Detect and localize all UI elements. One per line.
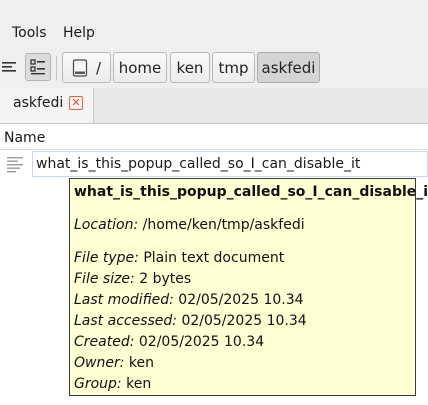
file-row[interactable]: what_is_this_popup_called_so_I_can_disab…: [0, 151, 428, 177]
tooltip-last-modified: Last modified: 02/05/2025 10.34: [74, 292, 304, 308]
detail-view-icon: [30, 59, 45, 75]
close-icon[interactable]: ✕: [69, 96, 83, 110]
menu-tools-label: Tools: [12, 25, 47, 41]
file-info-tooltip: what_is_this_popup_called_so_I_can_disab…: [69, 178, 428, 396]
tab-askfedi[interactable]: askfedi ✕: [0, 88, 94, 123]
toolbar-separator: [56, 56, 57, 80]
menu-help[interactable]: Help: [63, 25, 95, 41]
tooltip-owner: Owner: ken: [74, 355, 154, 371]
menu-bar: Tools Help: [0, 0, 428, 48]
tooltip-file-type-value: Plain text document: [138, 250, 285, 266]
tooltip-title: what_is_this_popup_called_so_I_can_disab…: [74, 184, 428, 200]
file-list-header: Name: [0, 127, 428, 150]
tooltip-last-accessed: Last accessed: 02/05/2025 10.34: [74, 313, 307, 329]
breadcrumb-home-label: home: [118, 58, 162, 77]
column-header-name[interactable]: Name: [4, 130, 45, 146]
menu-help-label: Help: [63, 25, 95, 41]
tooltip-last-modified-key: Last modified:: [74, 292, 174, 308]
tooltip-group: Group: ken: [74, 376, 151, 392]
breadcrumb-askfedi-label: askfedi: [261, 58, 316, 77]
tooltip-created-key: Created:: [74, 334, 135, 350]
tooltip-location-value: /home/ken/tmp/askfedi: [138, 217, 305, 233]
list-view-button[interactable]: [0, 53, 22, 81]
tab-bar: askfedi ✕: [0, 88, 428, 124]
menu-tools[interactable]: Tools: [12, 25, 47, 41]
breadcrumb-ken[interactable]: ken: [170, 52, 210, 83]
breadcrumb-tmp[interactable]: tmp: [212, 52, 255, 83]
tooltip-last-accessed-value: 02/05/2025 10.34: [177, 313, 307, 329]
breadcrumb-home[interactable]: home: [113, 52, 167, 83]
tooltip-location: Location: /home/ken/tmp/askfedi: [74, 217, 305, 233]
breadcrumb-root-label: /: [95, 58, 102, 77]
detail-view-button[interactable]: [25, 53, 51, 81]
tooltip-file-size-key: File size:: [74, 271, 135, 287]
tooltip-file-type-key: File type:: [74, 250, 139, 266]
tooltip-file-size: File size: 2 bytes: [74, 271, 191, 287]
tooltip-location-key: Location:: [74, 217, 139, 233]
breadcrumb-root[interactable]: /: [62, 52, 111, 83]
location-toolbar: / home ken tmp askfedi: [0, 48, 428, 89]
tooltip-file-type: File type: Plain text document: [74, 250, 284, 266]
tooltip-group-key: Group:: [74, 376, 122, 392]
tooltip-created-value: 02/05/2025 10.34: [134, 334, 265, 350]
list-view-icon: [2, 62, 16, 72]
tooltip-group-value: ken: [121, 376, 152, 392]
tooltip-last-modified-value: 02/05/2025 10.34: [173, 292, 304, 308]
tab-label: askfedi: [13, 95, 64, 111]
breadcrumb-ken-label: ken: [176, 58, 204, 77]
tooltip-file-size-value: 2 bytes: [134, 271, 192, 287]
drive-icon: [72, 58, 88, 77]
tooltip-created: Created: 02/05/2025 10.34: [74, 334, 264, 350]
breadcrumb-askfedi[interactable]: askfedi: [257, 52, 320, 83]
tooltip-last-accessed-key: Last accessed:: [74, 313, 178, 329]
text-file-icon: [7, 157, 23, 173]
tooltip-owner-key: Owner:: [74, 355, 125, 371]
breadcrumb-tmp-label: tmp: [218, 58, 249, 77]
file-name[interactable]: what_is_this_popup_called_so_I_can_disab…: [32, 151, 428, 177]
tooltip-owner-value: ken: [124, 355, 154, 371]
